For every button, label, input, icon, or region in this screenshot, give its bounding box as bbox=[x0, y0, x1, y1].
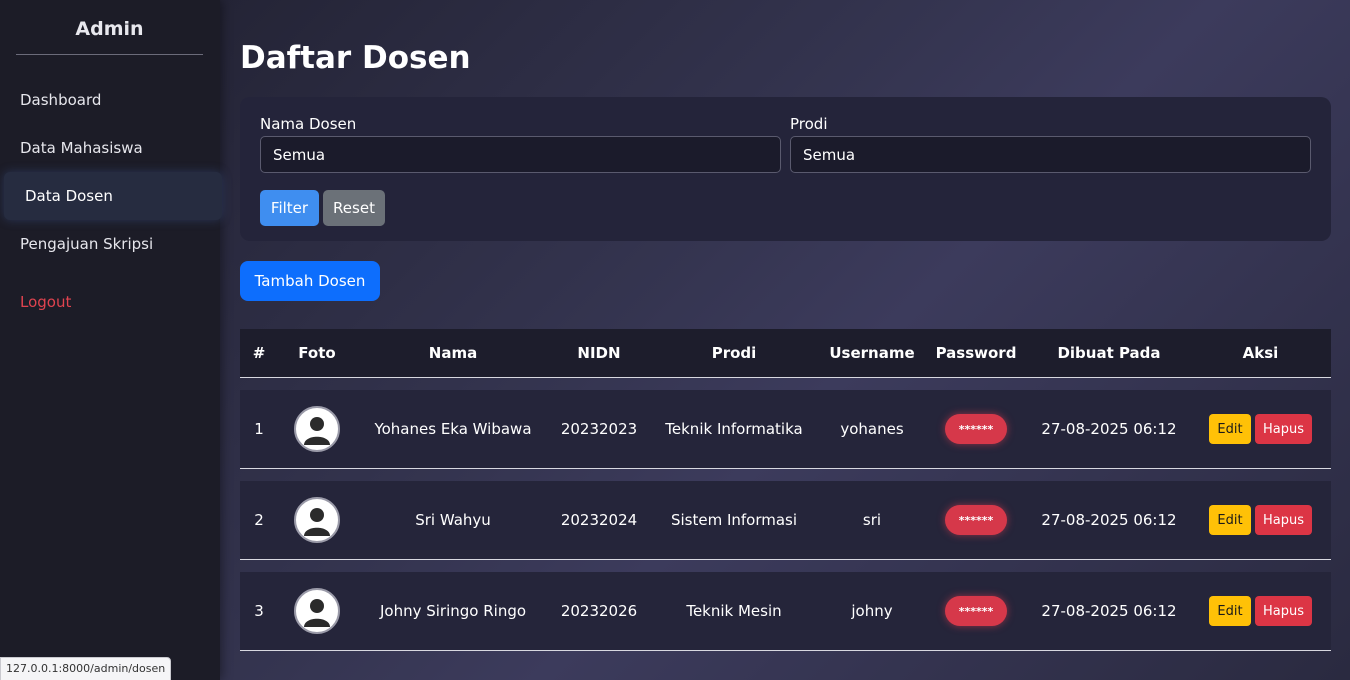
password-badge: ****** bbox=[945, 505, 1007, 535]
table-row: 1 Yohanes Eka Wibawa 20232023 Teknik Inf… bbox=[240, 390, 1331, 469]
sidebar-item-dashboard[interactable]: Dashboard bbox=[20, 91, 101, 109]
avatar-icon bbox=[294, 497, 340, 543]
header-aksi: Aksi bbox=[1242, 344, 1279, 362]
header-nama: Nama bbox=[428, 344, 478, 362]
row-prodi: Teknik Mesin bbox=[686, 602, 782, 620]
row-photo bbox=[278, 481, 356, 559]
prodi-label: Prodi bbox=[790, 115, 828, 133]
reset-button[interactable]: Reset bbox=[323, 190, 385, 226]
row-prodi: Teknik Informatika bbox=[665, 420, 803, 438]
row-photo bbox=[278, 390, 356, 468]
sidebar-item-data-mahasiswa[interactable]: Data Mahasiswa bbox=[20, 139, 143, 157]
row-nidn: 20232026 bbox=[560, 602, 638, 620]
header-dibuat-pada: Dibuat Pada bbox=[1057, 344, 1161, 362]
hapus-button[interactable]: Hapus bbox=[1255, 596, 1312, 626]
logout-link[interactable]: Logout bbox=[20, 293, 71, 311]
page-title: Daftar Dosen bbox=[240, 40, 471, 76]
row-password-cell: ****** bbox=[924, 572, 1028, 650]
row-nidn: 20232023 bbox=[560, 420, 638, 438]
row-password-cell: ****** bbox=[924, 390, 1028, 468]
row-photo bbox=[278, 572, 356, 650]
row-actions: Edit Hapus bbox=[1190, 481, 1331, 559]
row-username: johny bbox=[851, 602, 893, 620]
row-actions: Edit Hapus bbox=[1190, 572, 1331, 650]
table-row: 3 Johny Siringo Ringo 20232026 Teknik Me… bbox=[240, 572, 1331, 651]
password-badge: ****** bbox=[945, 414, 1007, 444]
filter-button[interactable]: Filter bbox=[260, 190, 319, 226]
sidebar-item-pengajuan-skripsi[interactable]: Pengajuan Skripsi bbox=[20, 235, 153, 253]
status-bar-url: 127.0.0.1:8000/admin/dosen bbox=[0, 657, 172, 680]
row-password-cell: ****** bbox=[924, 481, 1028, 559]
avatar-icon bbox=[294, 588, 340, 634]
row-number: 2 bbox=[254, 511, 264, 529]
header-no: # bbox=[252, 344, 266, 362]
avatar-icon bbox=[294, 406, 340, 452]
hapus-button[interactable]: Hapus bbox=[1255, 414, 1312, 444]
password-badge: ****** bbox=[945, 596, 1007, 626]
row-nidn: 20232024 bbox=[560, 511, 638, 529]
table-header: # Foto Nama NIDN Prodi Username Password… bbox=[240, 329, 1331, 378]
sidebar: Admin Dashboard Data Mahasiswa Data Dose… bbox=[0, 0, 222, 680]
row-actions: Edit Hapus bbox=[1190, 390, 1331, 468]
edit-button[interactable]: Edit bbox=[1209, 505, 1251, 535]
row-username: sri bbox=[862, 511, 882, 529]
prodi-input[interactable] bbox=[790, 136, 1311, 173]
row-nama: Johny Siringo Ringo bbox=[379, 602, 527, 620]
sidebar-brand: Admin bbox=[16, 18, 203, 55]
nama-dosen-label: Nama Dosen bbox=[260, 115, 357, 133]
row-dibuat-pada: 27-08-2025 06:12 bbox=[1041, 602, 1177, 620]
header-username: Username bbox=[829, 344, 915, 362]
header-prodi: Prodi bbox=[711, 344, 757, 362]
edit-button[interactable]: Edit bbox=[1209, 596, 1251, 626]
sidebar-item-data-dosen[interactable]: Data Dosen bbox=[4, 172, 222, 220]
nama-dosen-input[interactable] bbox=[260, 136, 781, 173]
table-row: 2 Sri Wahyu 20232024 Sistem Informasi sr… bbox=[240, 481, 1331, 560]
hapus-button[interactable]: Hapus bbox=[1255, 505, 1312, 535]
row-nama: Sri Wahyu bbox=[415, 511, 491, 529]
row-number: 1 bbox=[254, 420, 264, 438]
header-password: Password bbox=[935, 344, 1017, 362]
row-number: 3 bbox=[254, 602, 264, 620]
edit-button[interactable]: Edit bbox=[1209, 414, 1251, 444]
row-username: yohanes bbox=[840, 420, 904, 438]
row-nama: Yohanes Eka Wibawa bbox=[374, 420, 532, 438]
header-nidn: NIDN bbox=[577, 344, 621, 362]
row-prodi: Sistem Informasi bbox=[670, 511, 798, 529]
header-foto: Foto bbox=[298, 344, 336, 362]
row-dibuat-pada: 27-08-2025 06:12 bbox=[1041, 420, 1177, 438]
filter-card: Nama Dosen Prodi Filter Reset bbox=[240, 97, 1331, 241]
tambah-dosen-button[interactable]: Tambah Dosen bbox=[240, 261, 380, 301]
row-dibuat-pada: 27-08-2025 06:12 bbox=[1041, 511, 1177, 529]
